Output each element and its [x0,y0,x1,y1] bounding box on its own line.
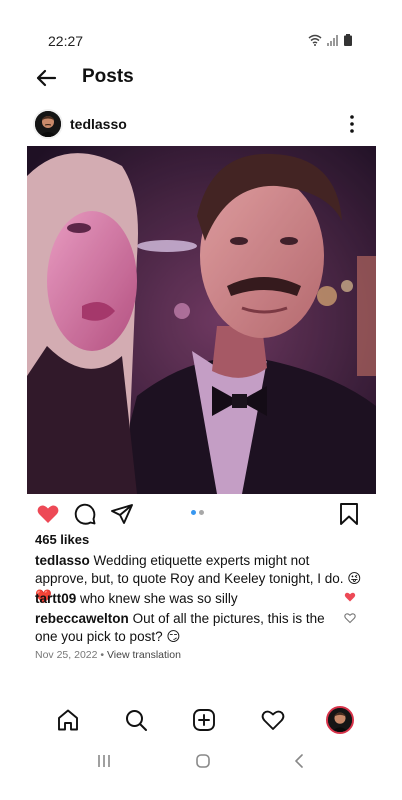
carousel-dot [199,510,204,515]
comment-icon[interactable] [73,502,97,526]
comment-text: who knew she was so silly [80,591,238,606]
system-nav [0,748,402,778]
likes-count[interactable]: 465 likes [35,532,89,547]
post-actions [0,498,402,528]
view-translation-link[interactable]: View translation [107,649,181,661]
profile-avatar[interactable] [326,706,354,734]
page-title: Posts [82,66,134,87]
more-options-icon[interactable] [343,113,361,135]
battery-icon [344,34,352,46]
comment-username[interactable]: tartt09 [35,591,76,606]
post-username[interactable]: tedlasso [70,116,127,132]
post-image [27,146,376,494]
status-time: 22:27 [48,33,84,49]
comment: rebeccawelton Out of all the pictures, t… [35,610,340,646]
share-icon[interactable] [110,502,134,526]
heart-icon[interactable] [36,502,60,526]
comment: tartt09 who knew she was so silly [35,590,340,608]
carousel-indicator [191,510,204,515]
comment-like-icon[interactable] [344,612,356,624]
profile-avatar-image [328,708,352,732]
top-bar: Posts [0,60,402,96]
back-arrow-icon[interactable] [34,66,58,90]
back-chevron-icon[interactable] [292,753,308,769]
home-circle-icon[interactable] [195,753,211,769]
recents-icon[interactable] [96,753,112,769]
avatar-image [35,111,61,137]
wifi-icon [308,34,322,46]
meta-separator: • [97,649,107,661]
post-meta: Nov 25, 2022 • View translation [35,649,181,661]
create-icon[interactable] [192,708,216,732]
activity-heart-icon[interactable] [261,708,285,732]
carousel-dot [191,510,196,515]
caption-username[interactable]: tedlasso [35,553,90,568]
post-date: Nov 25, 2022 [35,649,98,661]
home-icon[interactable] [56,708,80,732]
post-photo[interactable] [27,146,376,494]
avatar[interactable] [33,109,63,139]
bottom-nav [0,700,402,740]
bookmark-icon[interactable] [337,502,361,526]
signal-icon [327,35,338,46]
post-header: tedlasso [0,108,402,140]
search-icon[interactable] [124,708,148,732]
comment-username[interactable]: rebeccawelton [35,611,129,626]
comment-like-icon[interactable] [344,591,356,603]
status-icons [308,34,352,46]
